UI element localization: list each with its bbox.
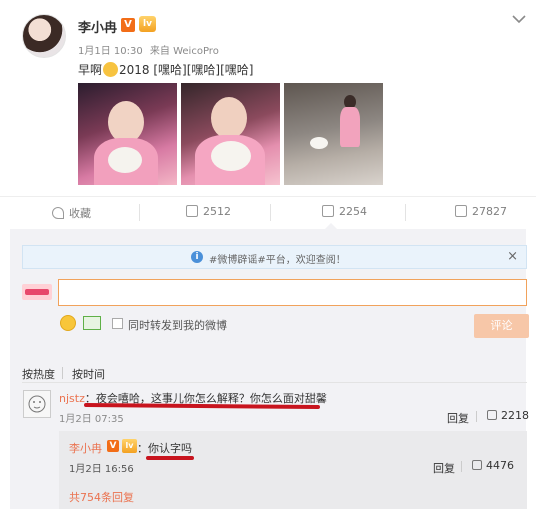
annotation-underline (146, 456, 194, 460)
post-photo-2[interactable] (181, 83, 280, 185)
post-photo-1[interactable] (78, 83, 177, 185)
notice-banner: i #微博辟谣#平台，欢迎查阅！ × (22, 245, 527, 269)
divider (405, 204, 406, 221)
photo-figure-face (211, 97, 247, 139)
sketch-face-icon (28, 395, 46, 413)
divider (22, 382, 527, 383)
reply-text: ：你认字吗 (137, 442, 192, 455)
repost-checkbox[interactable] (112, 318, 123, 329)
reply-username[interactable]: 李小冉 (69, 440, 102, 456)
notice-message[interactable]: #微博辟谣#平台，欢迎查阅！ (209, 251, 346, 266)
photo-dog (310, 137, 328, 149)
thumbs-up-icon (472, 460, 482, 470)
commenter-avatar[interactable] (23, 390, 51, 418)
repost-count: 2512 (203, 205, 231, 218)
photo-figure-face (108, 101, 144, 143)
level-badge: lv (122, 439, 137, 453)
comment-button[interactable]: 2254 (322, 205, 367, 218)
reply-time: 1月2日 16:56 (69, 464, 134, 475)
thumbs-up-icon (487, 410, 497, 420)
close-icon[interactable]: × (507, 249, 518, 264)
grin-emoji-icon (103, 62, 119, 77)
repost-checkbox-label[interactable]: 同时转发到我的微博 (128, 317, 227, 333)
post-text: 早啊 2018 [嘿哈][嘿哈][嘿哈] (78, 61, 253, 78)
comment-input[interactable] (58, 279, 527, 306)
level-badge: lv (139, 16, 156, 32)
comment-count: 2254 (339, 205, 367, 218)
verified-badge: V (121, 18, 135, 32)
photo-dog (211, 141, 251, 171)
comment-username[interactable]: njstz (59, 392, 85, 405)
divider (62, 367, 63, 379)
post-text-before: 早啊 (78, 63, 103, 77)
more-replies-link[interactable]: 共754条回复 (69, 489, 134, 505)
reply-button[interactable]: 回复 (447, 410, 469, 426)
divider (461, 461, 462, 472)
post-date[interactable]: 1月1日 10:30 (78, 46, 143, 57)
emoji-icon[interactable] (60, 315, 76, 331)
like-button[interactable]: 27827 (455, 205, 507, 218)
post-photo-3[interactable] (284, 83, 383, 185)
submit-comment-button[interactable]: 评论 (474, 314, 529, 338)
like-count: 27827 (472, 205, 507, 218)
sort-by-hot[interactable]: 按热度 (22, 368, 55, 381)
image-icon[interactable] (83, 316, 101, 330)
current-user-avatar (22, 284, 52, 300)
collect-label: 收藏 (69, 207, 91, 220)
divider (476, 411, 477, 422)
comment-like-count: 2218 (501, 409, 529, 422)
post-text-after: 2018 [嘿哈][嘿哈][嘿哈] (119, 63, 254, 77)
post-source: 来自 WeicoPro (149, 46, 219, 57)
comment-time: 1月2日 07:35 (59, 414, 124, 425)
post-username[interactable]: 李小冉 (78, 17, 117, 36)
sort-by-time[interactable]: 按时间 (72, 366, 105, 382)
info-icon: i (191, 251, 203, 263)
collect-button[interactable]: 收藏 (52, 205, 91, 221)
repost-icon (186, 205, 198, 217)
comment-like-button[interactable]: 2218 (487, 409, 529, 422)
photo-dog (108, 147, 142, 173)
photo-figure-body (340, 107, 360, 147)
repost-button[interactable]: 2512 (186, 205, 231, 218)
divider (270, 204, 271, 221)
reply-like-count: 4476 (486, 459, 514, 472)
post-meta: 1月1日 10:30 来自 WeicoPro (78, 42, 223, 57)
reply-like-button[interactable]: 4476 (472, 459, 514, 472)
reply-button[interactable]: 回复 (433, 460, 455, 476)
sort-bar: 按热度 (22, 366, 55, 382)
divider (139, 204, 140, 221)
verified-badge: V (107, 440, 119, 452)
chevron-down-icon[interactable] (512, 14, 526, 24)
star-icon (52, 207, 64, 219)
thumbs-up-icon (455, 205, 467, 217)
avatar[interactable] (22, 14, 66, 58)
weibo-post: 李小冉 V lv 1月1日 10:30 来自 WeicoPro 早啊 2018 [… (0, 0, 536, 195)
comment-icon (322, 205, 334, 217)
